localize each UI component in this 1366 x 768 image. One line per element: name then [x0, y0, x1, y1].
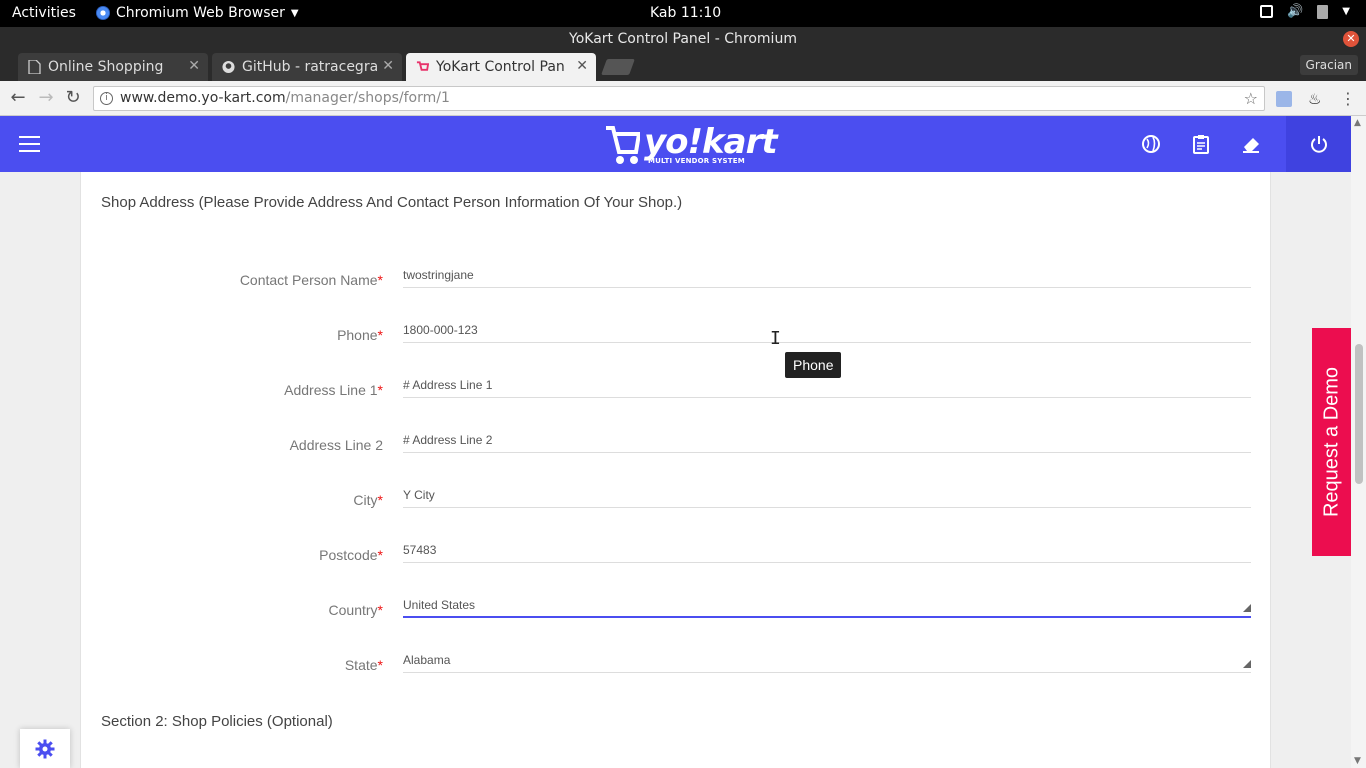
back-icon[interactable]: ←: [8, 88, 28, 108]
yokart-cart-icon: [416, 61, 429, 71]
tab-label: Online Shopping: [48, 59, 164, 75]
gear-icon: [35, 739, 55, 759]
scroll-up-arrow-icon[interactable]: ▲: [1354, 118, 1361, 128]
system-top-bar: Activities Chromium Web Browser ▼ Kab 11…: [0, 0, 1366, 27]
page-icon: [28, 60, 41, 74]
power-icon: [1311, 136, 1327, 153]
scrollbar-thumb[interactable]: [1355, 344, 1363, 484]
tab-github[interactable]: GitHub - ratracegra ✕: [212, 53, 402, 81]
hamburger-menu-icon[interactable]: [19, 136, 40, 152]
address-line-2-input[interactable]: # Address Line 2: [403, 427, 1251, 453]
app-header: yo!kart MULTI VENDOR SYSTEM: [0, 116, 1351, 172]
yokart-logo[interactable]: yo!kart MULTI VENDOR SYSTEM: [604, 120, 778, 168]
clock[interactable]: Kab 11:10: [650, 5, 721, 21]
app-menu-label: Chromium Web Browser: [116, 5, 285, 21]
extension-icon[interactable]: [1276, 91, 1292, 107]
window-titlebar: YoKart Control Panel - Chromium ✕: [0, 27, 1366, 51]
url-path: /manager/shops/form/1: [285, 90, 450, 106]
eraser-icon[interactable]: [1241, 134, 1261, 154]
state-select[interactable]: Alabama: [403, 647, 1251, 673]
page-viewport: yo!kart MULTI VENDOR SYSTEM Shop Address…: [0, 116, 1351, 768]
browser-toolbar: ← → ↻ i www.demo.yo-kart.com/manager/sho…: [0, 81, 1366, 116]
logo-tagline: MULTI VENDOR SYSTEM: [648, 157, 745, 165]
clipboard-icon[interactable]: [1191, 134, 1211, 154]
settings-button[interactable]: [20, 729, 70, 768]
field-label: Contact Person Name*: [239, 272, 383, 288]
extension-swirl-icon[interactable]: ♨: [1308, 91, 1324, 107]
close-icon[interactable]: ✕: [188, 58, 200, 74]
field-label: Country*: [328, 602, 383, 618]
field-label: State*: [344, 657, 383, 673]
bookmark-star-icon[interactable]: ☆: [1244, 87, 1258, 110]
state-select-value: Alabama: [403, 653, 451, 667]
activities-button[interactable]: Activities: [12, 5, 76, 21]
window-icon: [1260, 5, 1274, 18]
chevron-down-icon: ▼: [290, 7, 299, 19]
app-menu[interactable]: Chromium Web Browser ▼: [96, 5, 299, 21]
tab-online-shopping[interactable]: Online Shopping ✕: [18, 53, 208, 81]
contact-person-name-input[interactable]: twostringjane: [403, 262, 1251, 288]
field-label: Address Line 1*: [284, 382, 383, 398]
text-cursor-icon: I: [770, 328, 781, 349]
close-window-button[interactable]: ✕: [1343, 31, 1359, 47]
window-title: YoKart Control Panel - Chromium: [569, 31, 797, 47]
logout-button[interactable]: [1286, 116, 1351, 172]
tab-label: GitHub - ratracegra: [242, 59, 379, 75]
reload-icon[interactable]: ↻: [63, 88, 83, 108]
city-input[interactable]: Y City: [403, 482, 1251, 508]
field-label: Postcode*: [319, 547, 383, 563]
form-row-state: State* Alabama: [81, 653, 1272, 712]
info-icon[interactable]: i: [100, 92, 113, 105]
tab-yokart-control-panel[interactable]: YoKart Control Pan ✕: [406, 53, 596, 81]
logo-wordmark: yo!kart: [644, 122, 778, 162]
request-demo-label: Request a Demo: [1320, 366, 1342, 518]
close-icon[interactable]: ✕: [382, 58, 394, 74]
cart-icon: [606, 126, 640, 164]
profile-button[interactable]: Gracian: [1299, 55, 1358, 75]
tab-label: YoKart Control Pan: [436, 59, 565, 75]
shop-form-card: Shop Address (Please Provide Address And…: [80, 172, 1271, 768]
battery-icon: [1317, 4, 1329, 19]
globe-icon[interactable]: [1141, 134, 1161, 154]
phone-tooltip: Phone: [785, 352, 842, 378]
tab-strip: Online Shopping ✕ GitHub - ratracegra ✕ …: [0, 51, 1366, 81]
dropdown-caret-icon: [1243, 604, 1251, 612]
request-demo-button[interactable]: Request a Demo: [1312, 328, 1351, 556]
field-label: City*: [353, 492, 383, 508]
country-select-value: United States: [403, 598, 476, 612]
new-tab-button[interactable]: [601, 59, 635, 75]
forward-icon[interactable]: →: [36, 88, 56, 108]
system-tray[interactable]: 🔊 ▼: [1260, 4, 1350, 19]
field-label: Phone*: [337, 327, 383, 343]
url-host: www.demo.yo-kart.com: [120, 90, 286, 106]
field-label: Address Line 2: [289, 437, 383, 453]
section-title-shop-policies: Section 2: Shop Policies (Optional): [101, 713, 333, 730]
chevron-down-icon: ▼: [1342, 6, 1350, 17]
address-bar[interactable]: i www.demo.yo-kart.com/manager/shops/for…: [93, 86, 1265, 111]
volume-icon: 🔊: [1287, 4, 1304, 19]
dropdown-caret-icon: [1243, 660, 1251, 668]
section-title-shop-address: Shop Address (Please Provide Address And…: [101, 194, 683, 211]
country-select[interactable]: United States: [403, 592, 1251, 618]
close-icon[interactable]: ✕: [576, 58, 588, 74]
chromium-icon: [96, 6, 110, 20]
page-scrollbar[interactable]: ▲ ▼: [1351, 116, 1366, 768]
github-icon: [222, 60, 235, 74]
menu-dots-icon[interactable]: ⋮: [1340, 91, 1356, 107]
scroll-down-arrow-icon[interactable]: ▼: [1354, 756, 1361, 766]
postcode-input[interactable]: 57483: [403, 537, 1251, 563]
phone-input[interactable]: 1800-000-123: [403, 317, 1251, 343]
